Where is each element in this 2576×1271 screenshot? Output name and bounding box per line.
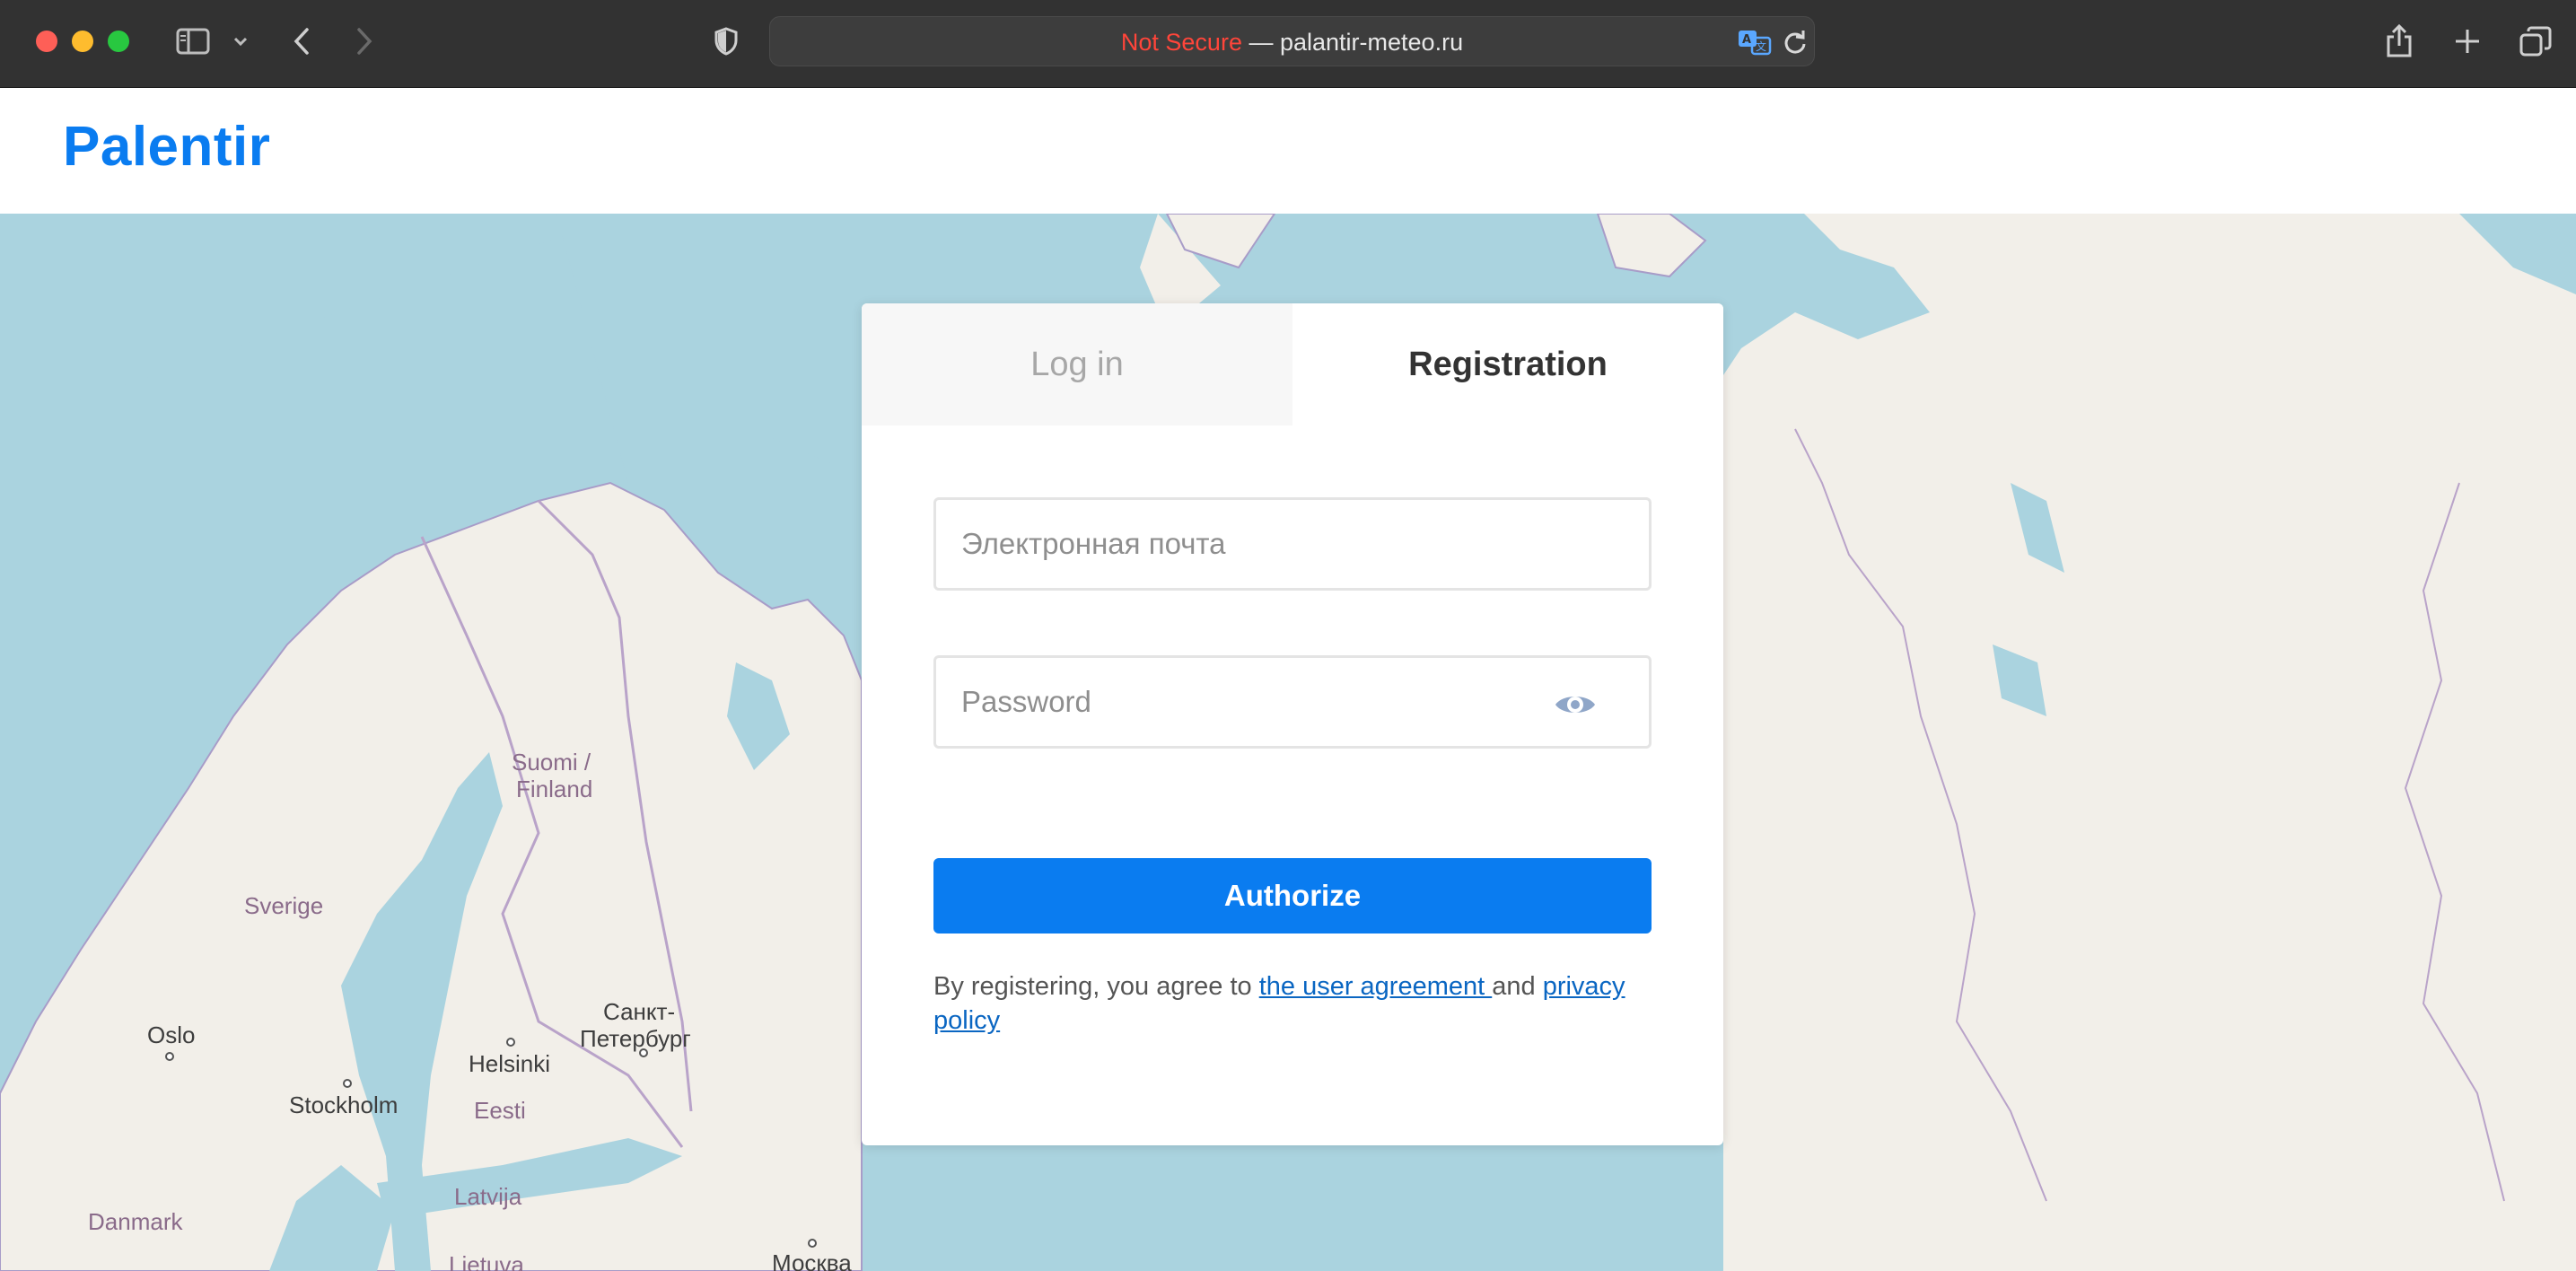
map-label-finland-2: Finland xyxy=(516,776,593,802)
map-label-moscow: Москва xyxy=(772,1249,852,1271)
user-agreement-link[interactable]: the user agreement xyxy=(1259,972,1493,1001)
map-label-denmark: Danmark xyxy=(88,1208,183,1235)
share-icon[interactable] xyxy=(2384,20,2414,63)
email-input[interactable] xyxy=(936,500,1649,588)
map-label-stockholm: Stockholm xyxy=(289,1091,399,1118)
email-field xyxy=(933,497,1652,591)
translate-icon[interactable]: A文 xyxy=(1738,26,1772,58)
map-label-oslo: Oslo xyxy=(147,1021,196,1048)
map-label-spb-2: Петербург xyxy=(580,1025,691,1052)
address-text: Not Secure — palantir-meteo.ru xyxy=(770,17,1814,67)
address-host: palantir-meteo.ru xyxy=(1279,29,1464,56)
tab-overview-icon[interactable] xyxy=(2519,20,2553,63)
sidebar-toggle-icon[interactable] xyxy=(173,20,213,63)
privacy-shield-icon[interactable] xyxy=(712,20,740,63)
show-password-eye-icon[interactable] xyxy=(1554,690,1597,719)
terms-and: and xyxy=(1492,972,1543,1001)
city-marker-helsinki xyxy=(506,1038,515,1047)
password-input[interactable] xyxy=(936,658,1649,746)
terms-prefix: By registering, you agree to xyxy=(933,972,1259,1001)
browser-toolbar: Not Secure — palantir-meteo.ru A文 xyxy=(0,0,2576,88)
city-marker-stockholm xyxy=(343,1079,352,1088)
svg-text:A: A xyxy=(1742,33,1751,47)
forward-arrow-icon[interactable] xyxy=(352,20,377,63)
site-header: Palentir xyxy=(0,88,2576,214)
auth-card: Log in Registration Authorize By registe… xyxy=(862,303,1723,1145)
city-marker-oslo xyxy=(165,1052,174,1061)
city-marker-spb xyxy=(639,1048,648,1057)
svg-text:文: 文 xyxy=(1756,39,1766,53)
map-label-sweden: Sverige xyxy=(244,892,324,919)
map-label-spb: Санкт- xyxy=(603,998,676,1025)
terms-notice: By registering, you agree to the user ag… xyxy=(933,969,1652,1038)
chevron-down-icon[interactable] xyxy=(230,20,251,63)
city-marker-moscow xyxy=(808,1239,817,1248)
map-label-helsinki: Helsinki xyxy=(469,1050,551,1077)
map-label-finland: Suomi / xyxy=(512,749,591,776)
zoom-window-button[interactable] xyxy=(108,31,129,52)
back-arrow-icon[interactable] xyxy=(289,20,314,63)
minimize-window-button[interactable] xyxy=(72,31,93,52)
close-window-button[interactable] xyxy=(36,31,57,52)
address-separator: — xyxy=(1241,29,1280,56)
map-label-latvia: Latvija xyxy=(454,1183,522,1210)
address-bar[interactable]: Not Secure — palantir-meteo.ru A文 xyxy=(769,16,1815,66)
reload-icon[interactable] xyxy=(1783,26,1808,58)
new-tab-icon[interactable] xyxy=(2452,20,2483,63)
authorize-button[interactable]: Authorize xyxy=(933,858,1652,934)
not-secure-label: Not Secure xyxy=(1120,29,1242,56)
map-label-estonia: Eesti xyxy=(474,1097,526,1124)
map-label-lithuania: Lietuva xyxy=(449,1251,524,1271)
tab-registration[interactable]: Registration xyxy=(1292,303,1723,425)
brand-logo[interactable]: Palentir xyxy=(63,115,270,179)
password-field xyxy=(933,655,1652,749)
tab-login[interactable]: Log in xyxy=(862,303,1292,425)
